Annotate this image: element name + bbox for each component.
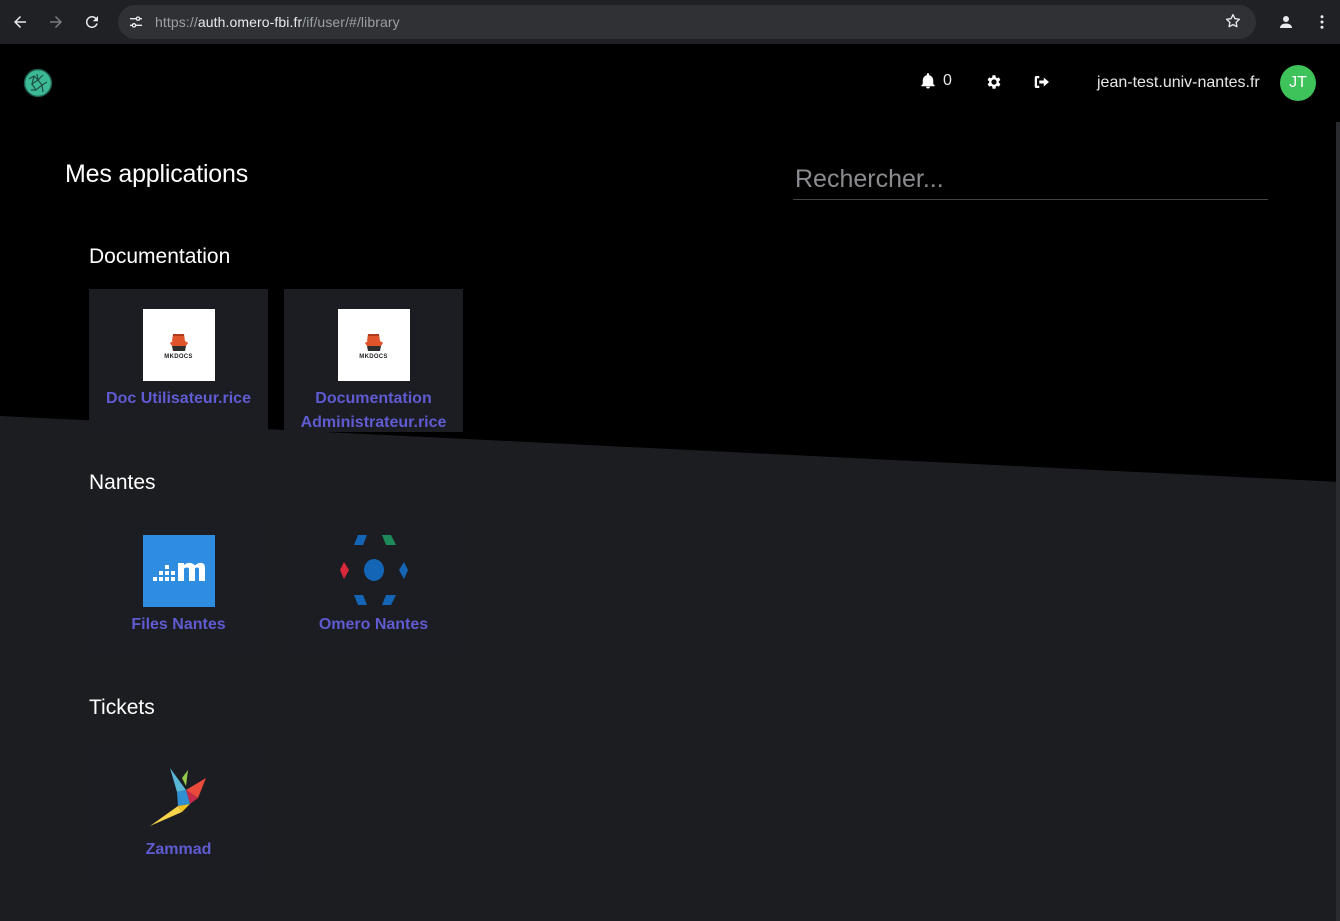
app-card-label[interactable]: Documentation Administrateur.rice [284,387,463,435]
settings-button[interactable] [985,73,1003,96]
app-card-files-nantes[interactable]: Files Nantes [89,515,268,658]
menu-kebab-icon[interactable] [1304,4,1340,40]
back-icon[interactable] [2,4,38,40]
search-input[interactable] [793,159,1268,200]
app-card-label[interactable]: Omero Nantes [315,613,432,637]
url-text: https://auth.omero-fbi.fr/if/user/#/libr… [155,14,400,30]
mkdocs-icon: MKDOCS [142,309,215,381]
bell-icon [921,73,935,89]
brand-logo-icon[interactable] [23,68,53,98]
url-path: /if/user/#/library [302,14,400,30]
forward-icon[interactable] [38,4,74,40]
mkdocs-wordmark: MKDOCS [359,353,388,360]
url-scheme: https:// [155,14,198,30]
mkdocs-icon: MKDOCS [337,309,410,381]
address-bar[interactable]: https://auth.omero-fbi.fr/if/user/#/libr… [118,5,1256,39]
omero-icon [338,535,410,607]
site-settings-icon[interactable] [119,5,153,39]
bookmark-star-icon[interactable] [1224,12,1242,35]
app-card-doc-utilisateur[interactable]: MKDOCS Doc Utilisateur.rice [89,289,268,432]
scrollbar[interactable] [1336,122,1340,921]
gear-icon [987,75,1001,89]
profile-icon[interactable] [1268,4,1304,40]
group-title-tickets: Tickets [89,696,155,719]
app-card-documentation-administrateur[interactable]: MKDOCS Documentation Administrateur.rice [284,289,463,432]
app-card-label[interactable]: Doc Utilisateur.rice [102,387,255,411]
files-icon [142,535,215,607]
page-title: Mes applications [65,160,249,188]
reload-icon[interactable] [74,4,110,40]
app-card-label[interactable]: Files Nantes [127,613,229,637]
page: 0 jean-test.univ-nantes.fr JT Mes applic… [0,44,1340,921]
group-title-documentation: Documentation [89,245,231,268]
avatar[interactable]: JT [1280,65,1316,101]
app-header: 0 jean-test.univ-nantes.fr JT [0,44,1340,122]
notification-count: 0 [943,72,952,89]
group-title-nantes: Nantes [89,471,156,494]
username[interactable]: jean-test.univ-nantes.fr [1097,74,1260,92]
zammad-icon [143,760,215,832]
app-card-zammad[interactable]: Zammad [89,740,268,883]
notifications-button[interactable]: 0 [919,72,952,90]
logout-button[interactable] [1032,73,1051,96]
mkdocs-wordmark: MKDOCS [164,353,193,360]
app-card-label[interactable]: Zammad [142,838,216,862]
sign-out-icon [1034,76,1049,88]
app-card-omero-nantes[interactable]: Omero Nantes [284,515,463,658]
browser-toolbar: https://auth.omero-fbi.fr/if/user/#/libr… [0,0,1340,44]
url-host: auth.omero-fbi.fr [197,14,303,30]
